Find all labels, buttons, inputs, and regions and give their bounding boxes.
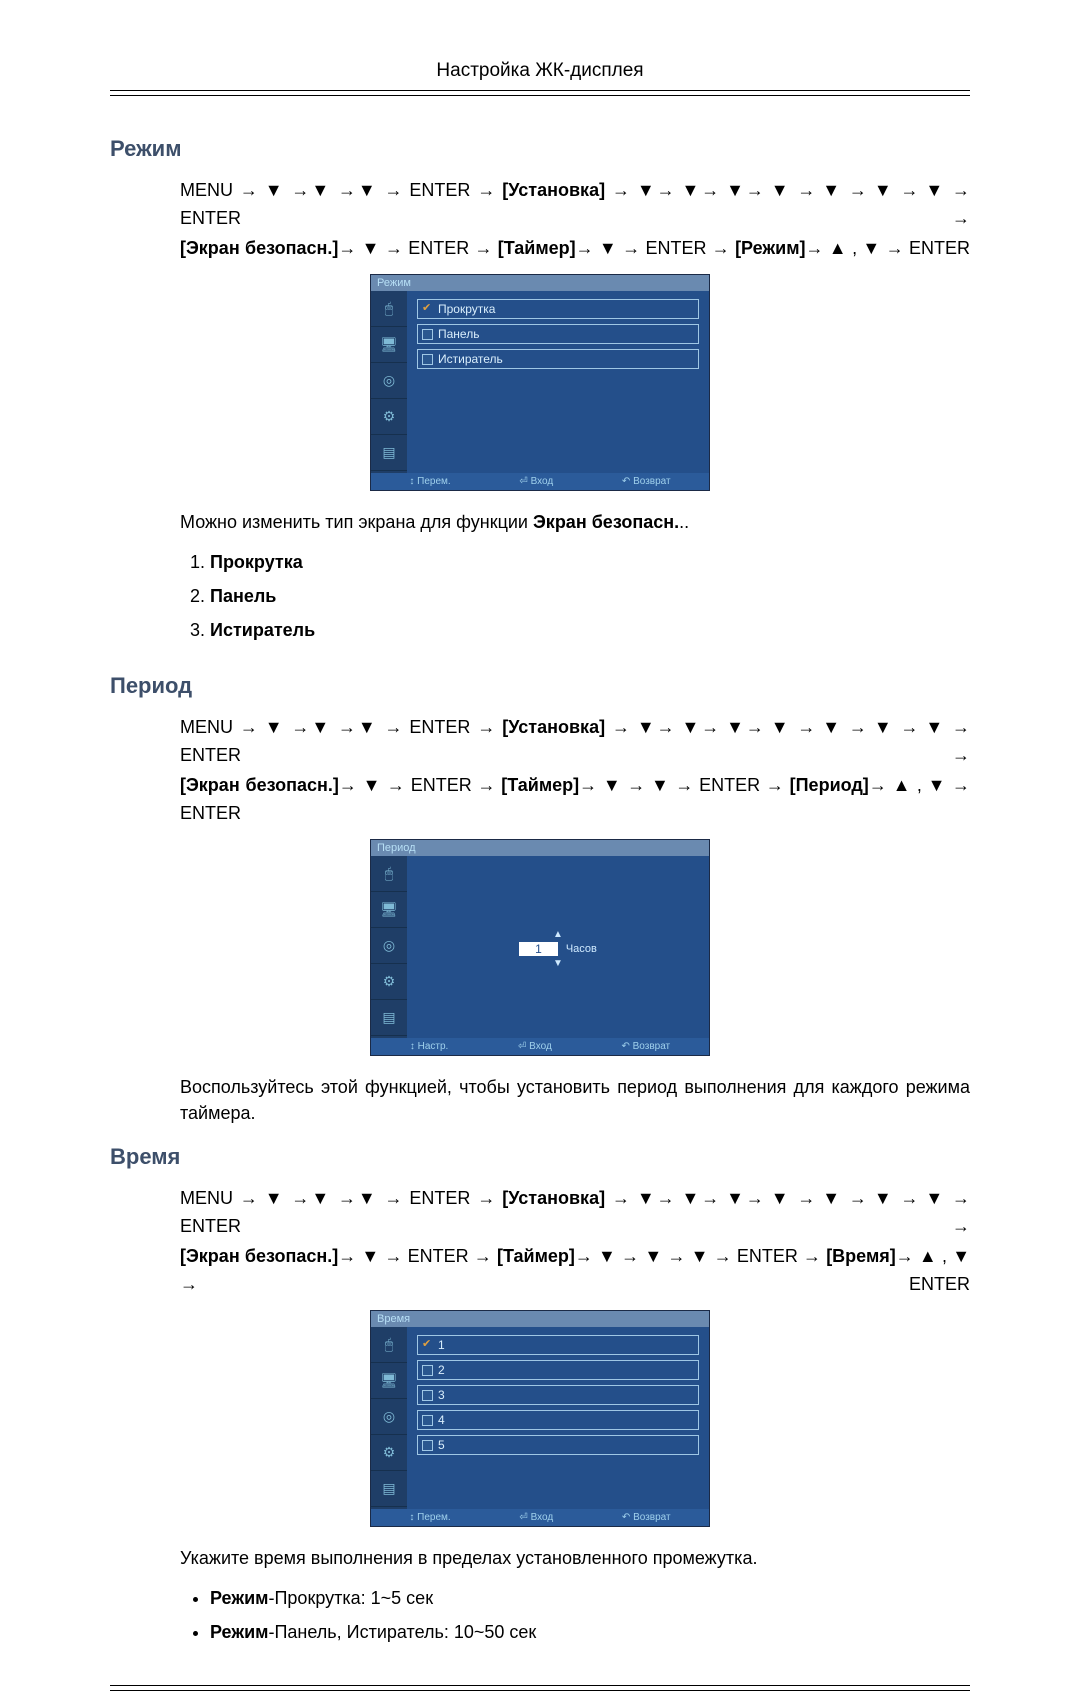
down-triangle-icon[interactable]: ▼ bbox=[553, 958, 563, 969]
osd-footer: ↕ Перем. ⏎ Вход ↶ Возврат bbox=[371, 1509, 709, 1526]
section-title-mode: Режим bbox=[110, 136, 970, 162]
list-item: Истиратель bbox=[210, 613, 970, 647]
period-desc: Воспользуйтесь этой функцией, чтобы уста… bbox=[180, 1074, 970, 1126]
nav-path-period-1: MENU → ▼ →▼ →▼ → ENTER → [Установка] → ▼… bbox=[180, 713, 970, 769]
osd-side-icon: ⚙ bbox=[371, 964, 407, 1000]
nav-path-mode-2: [Экран безопасн.]→ ▼ → ENTER → [Таймер]→… bbox=[180, 234, 970, 262]
list-item: Панель bbox=[210, 579, 970, 613]
osd-side-icon: ▤ bbox=[371, 1000, 407, 1036]
nav-path-time-1: MENU → ▼ →▼ →▼ → ENTER → [Установка] → ▼… bbox=[180, 1184, 970, 1240]
osd-hint: ⏎ Вход bbox=[518, 1041, 552, 1052]
osd-footer: ↕ Настр. ⏎ Вход ↶ Возврат bbox=[371, 1038, 709, 1055]
osd-sidebar: 🖱 🖥 ◎ ⚙ ▤ bbox=[371, 856, 407, 1038]
osd-mode: Режим 🖱 🖥 ◎ ⚙ ▤ Прокрутка Панель Истират… bbox=[370, 274, 710, 491]
osd-hint: ⏎ Вход bbox=[519, 476, 553, 487]
osd-item[interactable]: 2 bbox=[417, 1360, 699, 1380]
osd-item[interactable]: Панель bbox=[417, 324, 699, 344]
section-title-time: Время bbox=[110, 1144, 970, 1170]
osd-side-icon: 🖱 bbox=[371, 291, 407, 327]
osd-sidebar: 🖱 🖥 ◎ ⚙ ▤ bbox=[371, 1327, 407, 1509]
osd-hint: ↶ Возврат bbox=[621, 1041, 670, 1052]
osd-item[interactable]: 1 bbox=[417, 1335, 699, 1355]
osd-hint: ↕ Перем. bbox=[409, 476, 450, 487]
mode-desc: Можно изменить тип экрана для функции Эк… bbox=[180, 509, 970, 535]
time-bullets: Режим-Прокрутка: 1~5 сек Режим-Панель, И… bbox=[180, 1581, 970, 1649]
page-header: Настройка ЖК-дисплея bbox=[110, 60, 970, 90]
up-triangle-icon[interactable]: ▲ bbox=[553, 929, 563, 940]
osd-item[interactable]: 3 bbox=[417, 1385, 699, 1405]
unit-label: Часов bbox=[566, 943, 597, 955]
osd-side-icon: 🖱 bbox=[371, 1327, 407, 1363]
osd-side-icon: ⚙ bbox=[371, 1435, 407, 1471]
osd-item[interactable]: 5 bbox=[417, 1435, 699, 1455]
osd-side-icon: 🖥 bbox=[371, 892, 407, 928]
osd-side-icon: ▤ bbox=[371, 1471, 407, 1507]
osd-side-icon: ⚙ bbox=[371, 399, 407, 435]
osd-hint: ↕ Настр. bbox=[410, 1041, 448, 1052]
list-item: Режим-Прокрутка: 1~5 сек bbox=[210, 1581, 970, 1615]
section-title-period: Период bbox=[110, 673, 970, 699]
header-divider bbox=[110, 90, 970, 96]
value-box[interactable]: 1 bbox=[519, 942, 558, 956]
osd-hint: ↕ Перем. bbox=[409, 1512, 450, 1523]
osd-side-icon: ◎ bbox=[371, 928, 407, 964]
nav-path-period-2: [Экран безопасн.]→ ▼ → ENTER → [Таймер]→… bbox=[180, 771, 970, 827]
osd-side-icon: 🖥 bbox=[371, 1363, 407, 1399]
mode-options: Прокрутка Панель Истиратель bbox=[180, 545, 970, 647]
osd-side-icon: 🖱 bbox=[371, 856, 407, 892]
osd-time: Время 🖱 🖥 ◎ ⚙ ▤ 1 2 3 4 5 ↕ Перем. ⏎ Вхо… bbox=[370, 1310, 710, 1527]
osd-hint: ↶ Возврат bbox=[622, 476, 671, 487]
osd-title: Режим bbox=[371, 275, 709, 291]
osd-item[interactable]: Прокрутка bbox=[417, 299, 699, 319]
osd-title: Период bbox=[371, 840, 709, 856]
osd-item[interactable]: Истиратель bbox=[417, 349, 699, 369]
osd-sidebar: 🖱 🖥 ◎ ⚙ ▤ bbox=[371, 291, 407, 473]
osd-item[interactable]: 4 bbox=[417, 1410, 699, 1430]
time-desc: Укажите время выполнения в пределах уста… bbox=[180, 1545, 970, 1571]
nav-path-time-2: [Экран безопасн.]→ ▼ → ENTER → [Таймер]→… bbox=[180, 1242, 970, 1298]
nav-path-mode-1: MENU → ▼ →▼ →▼ → ENTER → [Установка] → ▼… bbox=[180, 176, 970, 232]
osd-side-icon: 🖥 bbox=[371, 327, 407, 363]
footer-divider bbox=[110, 1685, 970, 1691]
osd-side-icon: ◎ bbox=[371, 1399, 407, 1435]
osd-title: Время bbox=[371, 1311, 709, 1327]
list-item: Режим-Панель, Истиратель: 10~50 сек bbox=[210, 1615, 970, 1649]
osd-hint: ↶ Возврат bbox=[622, 1512, 671, 1523]
list-item: Прокрутка bbox=[210, 545, 970, 579]
osd-period: Период 🖱 🖥 ◎ ⚙ ▤ ▲ 1 Часов ▼ ↕ Настр. ⏎ … bbox=[370, 839, 710, 1056]
osd-hint: ⏎ Вход bbox=[519, 1512, 553, 1523]
osd-side-icon: ▤ bbox=[371, 435, 407, 471]
osd-footer: ↕ Перем. ⏎ Вход ↶ Возврат bbox=[371, 473, 709, 490]
osd-side-icon: ◎ bbox=[371, 363, 407, 399]
